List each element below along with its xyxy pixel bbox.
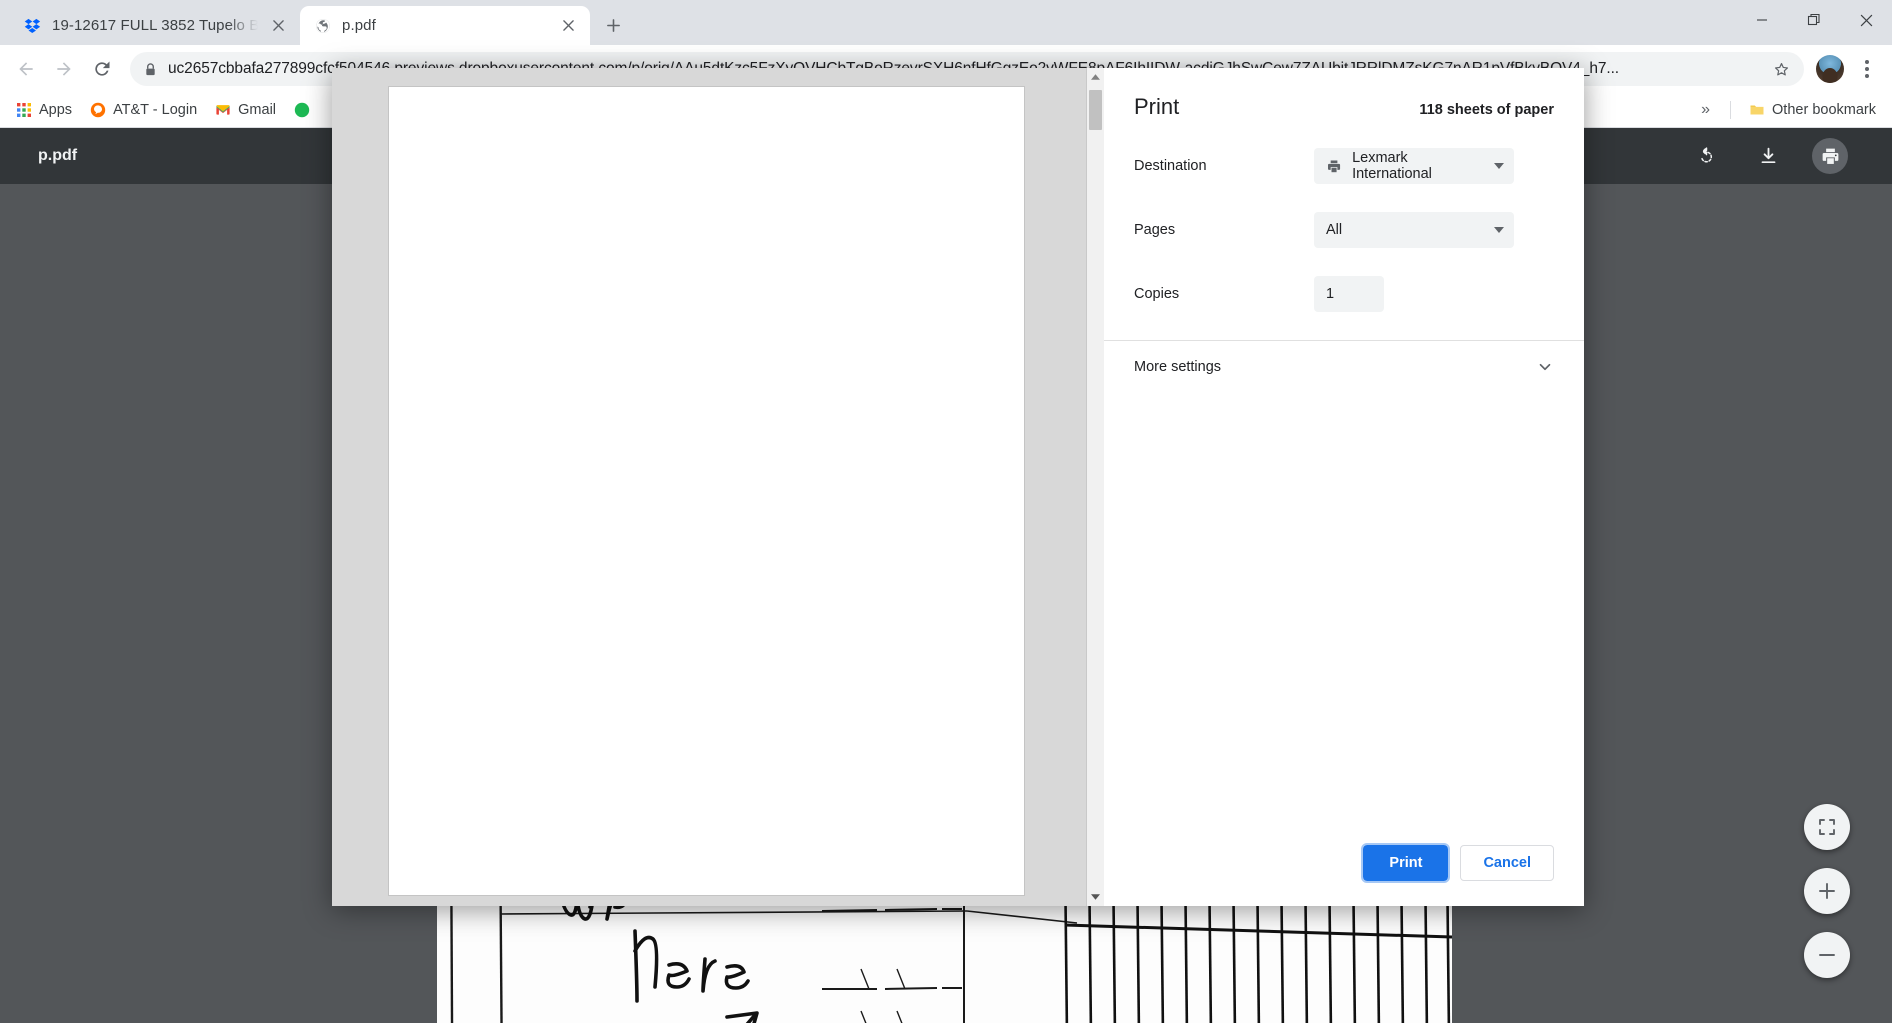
print-dialog-footer: Print Cancel [1104, 820, 1584, 906]
destination-value: Lexmark International [1352, 150, 1432, 182]
pages-value: All [1326, 222, 1343, 238]
printer-icon [1328, 159, 1341, 172]
download-icon[interactable] [1750, 138, 1786, 174]
bookmarks-overflow-button[interactable]: » [1691, 97, 1720, 123]
sheets-summary: 118 sheets of paper [1419, 102, 1554, 118]
triangle-up-icon[interactable] [1087, 68, 1104, 86]
print-preview-pane [332, 68, 1104, 906]
copies-row: Copies 1 [1134, 276, 1554, 312]
reload-button[interactable] [84, 51, 120, 87]
back-button[interactable] [8, 51, 44, 87]
folder-icon [1750, 105, 1764, 115]
bookmark-label: Apps [39, 102, 73, 118]
minimize-button[interactable] [1736, 0, 1788, 40]
bookmark-label: Gmail [238, 102, 277, 118]
chrome-menu-button[interactable] [1850, 51, 1884, 87]
print-icon[interactable] [1812, 138, 1848, 174]
print-preview-dialog: Print 118 sheets of paper Destination Le… [332, 68, 1584, 906]
cancel-button[interactable]: Cancel [1460, 845, 1554, 881]
zoom-controls [1804, 804, 1850, 978]
scrollbar-thumb[interactable] [1089, 90, 1102, 130]
zoom-out-icon[interactable] [1804, 932, 1850, 978]
globe-icon [316, 18, 330, 33]
bookmark-star-icon[interactable] [1766, 60, 1796, 79]
preview-page [388, 86, 1025, 896]
pages-label: Pages [1134, 222, 1176, 238]
more-settings-label: More settings [1134, 359, 1222, 375]
lock-icon [136, 62, 164, 77]
bookmark-label: AT&T - Login [113, 102, 198, 118]
destination-select[interactable]: Lexmark International [1314, 148, 1514, 184]
destination-row: Destination Lexmark International [1134, 148, 1554, 184]
print-dialog-header: Print 118 sheets of paper [1134, 94, 1554, 120]
bookmark-green[interactable] [286, 98, 325, 122]
preview-scrollbar[interactable] [1086, 68, 1104, 906]
gmail-icon [216, 105, 230, 115]
att-icon [90, 102, 106, 118]
pdf-tool-group [1688, 138, 1874, 174]
destination-label: Destination [1134, 158, 1207, 174]
bookmarks-right-group: » Other bookmark [1691, 97, 1884, 123]
avatar[interactable] [1816, 55, 1844, 83]
copies-input[interactable]: 1 [1314, 276, 1384, 312]
window-controls [1736, 0, 1892, 40]
tab-title: 19-12617 FULL 3852 Tupelo Bran [52, 17, 258, 34]
pages-select[interactable]: All [1314, 212, 1514, 248]
tab-dropbox[interactable]: 19-12617 FULL 3852 Tupelo Bran [10, 6, 300, 45]
bookmark-att-login[interactable]: AT&T - Login [82, 98, 205, 122]
print-settings-pane: Print 118 sheets of paper Destination Le… [1104, 68, 1584, 906]
triangle-down-icon[interactable] [1087, 888, 1104, 906]
copies-label: Copies [1134, 286, 1180, 302]
bookmark-gmail[interactable]: Gmail [207, 98, 284, 122]
print-button[interactable]: Print [1361, 843, 1451, 883]
tab-strip: 19-12617 FULL 3852 Tupelo Bran p.pdf [0, 0, 1892, 45]
maximize-button[interactable] [1788, 0, 1840, 40]
close-button[interactable] [1840, 0, 1892, 40]
dropbox-icon [24, 18, 41, 33]
tab-close-icon[interactable] [558, 16, 578, 36]
bookmark-other-bookmarks[interactable]: Other bookmark [1741, 98, 1884, 122]
tab-close-icon[interactable] [268, 16, 288, 36]
more-settings-toggle[interactable]: More settings [1134, 341, 1554, 393]
zoom-in-icon[interactable] [1804, 868, 1850, 914]
tab-title: p.pdf [342, 17, 376, 34]
fit-icon[interactable] [1804, 804, 1850, 850]
bookmark-label: Other bookmark [1772, 102, 1876, 118]
bookmarks-divider [1730, 101, 1732, 119]
new-tab-button[interactable] [596, 8, 630, 42]
bookmark-apps[interactable]: Apps [8, 98, 80, 122]
pdf-filename: p.pdf [38, 147, 78, 164]
browser-window: 19-12617 FULL 3852 Tupelo Bran p.pdf [0, 0, 1892, 1023]
forward-button[interactable] [46, 51, 82, 87]
pages-row: Pages All [1134, 212, 1554, 248]
green-icon [294, 102, 310, 118]
chevron-down-icon [1494, 163, 1504, 169]
page-title: Print [1134, 94, 1180, 119]
rotate-icon[interactable] [1688, 138, 1724, 174]
apps-grid-icon [17, 103, 31, 117]
chevron-down-icon [1494, 227, 1504, 233]
chevron-down-icon [1536, 358, 1554, 376]
tab-pdf[interactable]: p.pdf [300, 6, 590, 45]
